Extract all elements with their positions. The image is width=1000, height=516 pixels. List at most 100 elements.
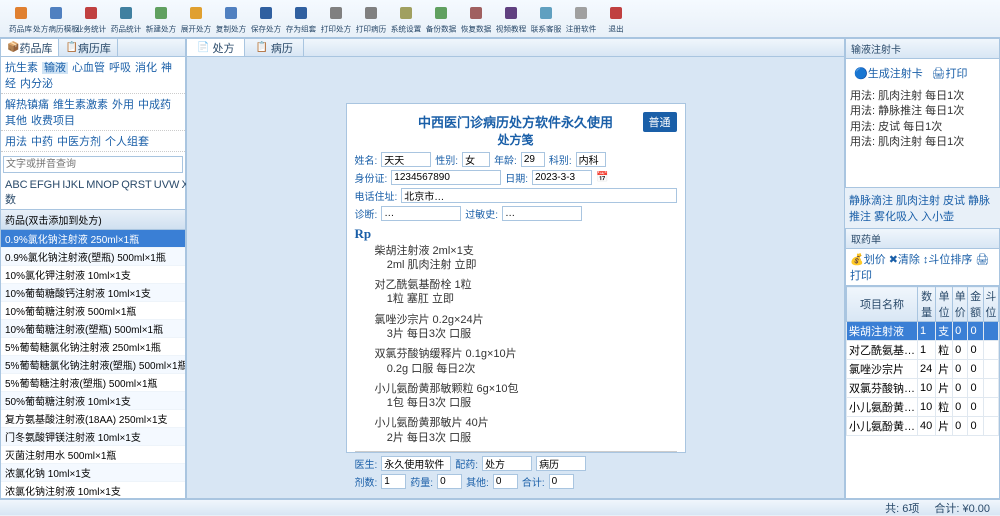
support-button[interactable]: 联系客服 [530, 1, 562, 37]
expand-rx-icon [187, 4, 205, 22]
category-link[interactable]: 中药 [31, 136, 53, 148]
drug-item[interactable]: 浓氯化钠注射液 10ml×1支 [1, 482, 185, 498]
action-link[interactable]: 肌肉注射 [896, 195, 940, 207]
print-rec-button[interactable]: 打印病历 [355, 1, 387, 37]
video-button[interactable]: 视频教程 [495, 1, 527, 37]
drug-item[interactable]: 5%葡萄糖注射液(塑瓶) 500ml×1瓶 [1, 374, 185, 392]
save-group-button[interactable]: 存为组套 [285, 1, 317, 37]
print-rx-button[interactable]: 打印处方 [320, 1, 352, 37]
med-row[interactable]: 小儿氨酚黄…40片00 [847, 417, 999, 436]
tab-drug-lib[interactable]: 📦 药品库 [1, 39, 59, 56]
copy-rx-button[interactable]: 复制处方 [215, 1, 247, 37]
drug-item[interactable]: 复方氨基酸注射液(18AA) 250ml×1支 [1, 410, 185, 428]
med-cell: 0 [953, 360, 968, 379]
alpha-link[interactable]: ABC [5, 179, 28, 191]
drug-stats-button[interactable]: 药品统计 [110, 1, 142, 37]
category-link[interactable]: 个人组套 [105, 136, 149, 148]
action-link[interactable]: 入小壶 [921, 211, 954, 223]
drug-search-input[interactable] [3, 156, 183, 173]
rx-id[interactable] [391, 170, 501, 185]
category-link[interactable]: 其他 [5, 115, 27, 127]
drug-item[interactable]: 门冬氨酸钾镁注射液 10ml×1支 [1, 428, 185, 446]
alpha-link[interactable]: EFGH [30, 179, 61, 191]
action-link[interactable]: 静脉滴注 [849, 195, 893, 207]
exit-button[interactable]: 退出 [600, 1, 632, 37]
category-link[interactable]: 中医方剂 [57, 136, 101, 148]
category-link[interactable]: 外用 [112, 99, 134, 111]
rx-dosenum[interactable] [381, 474, 406, 489]
drug-item[interactable]: 10%葡萄糖酸钙注射液 10ml×1支 [1, 284, 185, 302]
med-tool-0[interactable]: 💰划价 [850, 254, 886, 266]
med-row[interactable]: 小儿氨酚黄…10粒00 [847, 398, 999, 417]
drug-item[interactable]: 0.9%氯化钠注射液(塑瓶) 500ml×1瓶 [1, 248, 185, 266]
category-link[interactable]: 抗生素 [5, 62, 38, 74]
category-link[interactable]: 输液 [42, 62, 68, 74]
settings-button[interactable]: 系统设置 [390, 1, 422, 37]
drug-item[interactable]: 0.9%氯化钠注射液 250ml×1瓶 [1, 230, 185, 248]
med-tool-1[interactable]: ✖清除 [889, 254, 920, 266]
action-link[interactable]: 雾化吸入 [874, 211, 918, 223]
rx-total[interactable] [549, 474, 574, 489]
category-link[interactable]: 消化 [135, 62, 157, 74]
action-link[interactable]: 皮试 [943, 195, 965, 207]
rx-date[interactable] [532, 170, 592, 185]
rx-other[interactable] [493, 474, 518, 489]
alpha-link[interactable]: 数 [5, 194, 16, 206]
rx-record[interactable] [536, 456, 586, 471]
category-link[interactable]: 内分泌 [20, 78, 53, 90]
rx-age[interactable] [521, 152, 545, 167]
expand-rx-button[interactable]: 展开处方 [180, 1, 212, 37]
print-inj-card[interactable]: 🖨打印 [931, 68, 970, 80]
category-link[interactable]: 心血管 [72, 62, 105, 74]
rx-gender[interactable] [462, 152, 490, 167]
med-row[interactable]: 对乙酰氨基…1粒00 [847, 341, 999, 360]
backup-button[interactable]: 备份数据 [425, 1, 457, 37]
rx-name[interactable] [381, 152, 431, 167]
rx-template-button[interactable]: 处方病历模板 [40, 1, 72, 37]
tab-rx[interactable]: 📄处方 [187, 39, 245, 56]
save-rx-button[interactable]: 保存处方 [250, 1, 282, 37]
rx-dispense[interactable] [482, 456, 532, 471]
alpha-filter: ABCEFGHIJKLMNOPQRSTUVWXYZ数 [1, 177, 185, 210]
rx-dosecount[interactable] [437, 474, 462, 489]
med-cell: 氯唑沙宗片 [847, 360, 918, 379]
alpha-link[interactable]: IJKL [62, 179, 84, 191]
rx-template-icon [47, 4, 65, 22]
drug-item[interactable]: 10%氯化钾注射液 10ml×1支 [1, 266, 185, 284]
tab-record[interactable]: 📋病历 [245, 39, 303, 56]
drug-item[interactable]: 10%葡萄糖注射液(塑瓶) 500ml×1瓶 [1, 320, 185, 338]
rx-doctor[interactable] [381, 456, 451, 471]
drug-item[interactable]: 浓氯化钠 10ml×1支 [1, 464, 185, 482]
gen-inj-card[interactable]: 🔵生成注射卡 [854, 68, 926, 80]
category-link[interactable]: 用法 [5, 136, 27, 148]
drug-item[interactable]: 10%葡萄糖注射液 500ml×1瓶 [1, 302, 185, 320]
register-button[interactable]: 注册软件 [565, 1, 597, 37]
category-link[interactable]: 维生素激素 [53, 99, 108, 111]
alpha-link[interactable]: QRST [121, 179, 152, 191]
new-rx-button[interactable]: 新建处方 [145, 1, 177, 37]
stats-button[interactable]: 业务统计 [75, 1, 107, 37]
category-link[interactable]: 解热镇痛 [5, 99, 49, 111]
category-link[interactable]: 中成药 [138, 99, 171, 111]
drug-item[interactable]: 5%葡萄糖氯化钠注射液(塑瓶) 500ml×1瓶 [1, 356, 185, 374]
rx-dept[interactable] [576, 152, 606, 167]
category-link[interactable]: 收费项目 [31, 115, 75, 127]
rx-dx[interactable] [381, 206, 461, 221]
alpha-link[interactable]: UVW [154, 179, 180, 191]
alpha-link[interactable]: MNOP [86, 179, 119, 191]
med-row[interactable]: 双氯芬酸钠…10片00 [847, 379, 999, 398]
restore-button[interactable]: 恢复数据 [460, 1, 492, 37]
med-col-header: 项目名称 [847, 287, 918, 322]
med-row[interactable]: 氯唑沙宗片24片00 [847, 360, 999, 379]
rx-tel[interactable] [401, 188, 676, 203]
category-link[interactable]: 呼吸 [109, 62, 131, 74]
status-count: 共: 6项 [885, 500, 919, 516]
tab-record-lib[interactable]: 📋 病历库 [59, 39, 117, 56]
med-row[interactable]: 柴胡注射液1支00 [847, 322, 999, 341]
rx-allergy[interactable] [502, 206, 582, 221]
med-col-header: 单价 [953, 287, 968, 322]
drug-item[interactable]: 灭菌注射用水 500ml×1瓶 [1, 446, 185, 464]
drug-item[interactable]: 50%葡萄糖注射液 10ml×1支 [1, 392, 185, 410]
med-tool-2[interactable]: ↕斗位排序 [923, 254, 973, 266]
drug-item[interactable]: 5%葡萄糖氯化钠注射液 250ml×1瓶 [1, 338, 185, 356]
